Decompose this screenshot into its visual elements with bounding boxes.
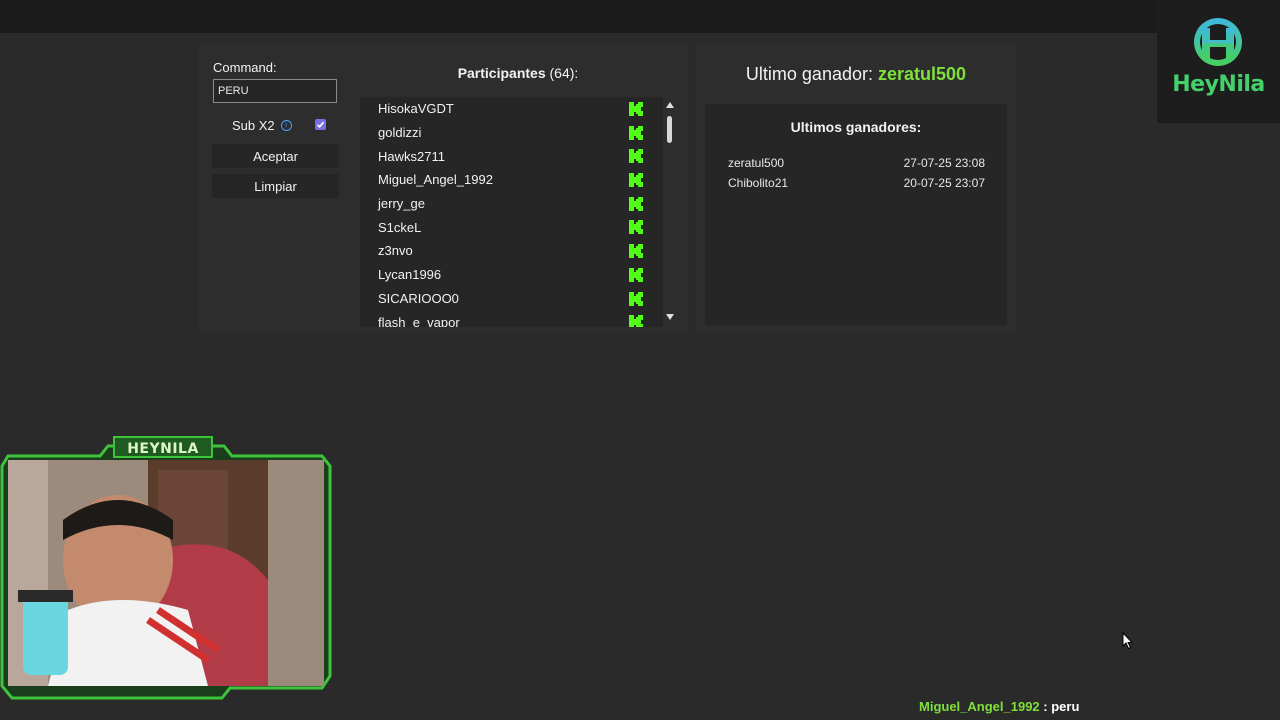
recent-winners-box — [705, 104, 1007, 325]
command-input[interactable] — [213, 79, 337, 103]
winner-row: zeratul500 27-07-25 23:08 — [728, 156, 985, 170]
participants-title-label: Participantes — [457, 65, 546, 81]
sub-x2-option: Sub X2 i — [232, 118, 292, 133]
participants-count: (64): — [549, 65, 579, 81]
winner-name: Chibolito21 — [728, 176, 789, 190]
participant-row: flash_e_vapor — [360, 310, 663, 327]
participant-name: jerry_ge — [378, 196, 425, 212]
chat-message: Miguel_Angel_1992 : peru — [919, 699, 1079, 714]
participant-name: Hawks2711 — [378, 148, 445, 164]
participant-name: Miguel_Angel_1992 — [378, 172, 493, 188]
top-bar — [0, 0, 1280, 33]
participant-row: Lycan1996 — [360, 263, 663, 287]
winner-name: zeratul500 — [728, 156, 785, 170]
chat-separator: : — [1039, 699, 1052, 714]
participants-title: Participantes (64): — [360, 65, 676, 81]
participant-row: z3nvo — [360, 239, 663, 263]
participant-row: HisokaVGDT — [360, 97, 663, 121]
participant-row: goldizzi — [360, 121, 663, 145]
webcam-video — [8, 460, 324, 686]
info-icon[interactable]: i — [280, 120, 292, 131]
scroll-down-arrow-icon[interactable] — [666, 314, 674, 320]
kick-icon — [629, 196, 643, 211]
kick-icon — [629, 149, 643, 164]
kick-icon — [629, 244, 643, 259]
kick-icon — [629, 102, 643, 116]
participant-name: z3nvo — [378, 243, 413, 259]
participant-name: goldizzi — [378, 125, 422, 141]
clear-button[interactable]: Limpiar — [212, 174, 339, 198]
kick-icon — [629, 267, 643, 282]
participant-row: jerry_ge — [360, 192, 663, 216]
participants-scrollbar[interactable] — [664, 97, 676, 327]
winner-date: 20-07-25 23:07 — [903, 176, 985, 190]
participant-name: Lycan1996 — [378, 267, 442, 283]
kick-icon — [629, 125, 643, 140]
kick-icon — [629, 315, 643, 327]
scroll-thumb[interactable] — [667, 116, 672, 143]
chat-text: peru — [1051, 699, 1080, 714]
participant-name: HisokaVGDT — [378, 101, 454, 117]
accept-button[interactable]: Aceptar — [212, 144, 339, 168]
sub-x2-label: Sub X2 — [232, 118, 275, 133]
participant-name: flash_e_vapor — [378, 314, 460, 327]
participant-name: SICARIOOO0 — [378, 290, 459, 306]
last-winner-label: Ultimo ganador: — [745, 64, 873, 84]
mouse-cursor-icon — [1122, 632, 1134, 650]
last-winner: Ultimo ganador: zeratul500 — [705, 64, 1007, 85]
webcam-label: HEYNILA — [113, 436, 213, 458]
heynila-logo-icon — [1194, 18, 1242, 66]
kick-icon — [629, 173, 643, 188]
participant-row: Hawks2711 — [360, 144, 663, 168]
chat-username: Miguel_Angel_1992 — [919, 699, 1040, 714]
last-winner-name: zeratul500 — [878, 64, 967, 84]
sub-x2-checkbox[interactable] — [315, 119, 326, 130]
participant-row: SICARIOOO0 — [360, 287, 663, 311]
scroll-up-arrow-icon[interactable] — [666, 102, 674, 108]
participant-row: Miguel_Angel_1992 — [360, 168, 663, 192]
participant-name: S1ckeL — [378, 219, 422, 235]
winner-row: Chibolito21 20-07-25 23:07 — [728, 176, 985, 190]
recent-winners-title: Ultimos ganadores: — [790, 119, 922, 135]
kick-icon — [629, 291, 643, 306]
participants-list[interactable]: HisokaVGDT goldizzi Hawks2711 Miguel_Angel_… — [360, 97, 663, 327]
kick-icon — [629, 220, 643, 235]
participant-row: S1ckeL — [360, 215, 663, 239]
winner-date: 27-07-25 23:08 — [903, 156, 985, 170]
command-label: Command: — [213, 60, 277, 75]
logo-text: HeyNila — [1172, 72, 1265, 97]
